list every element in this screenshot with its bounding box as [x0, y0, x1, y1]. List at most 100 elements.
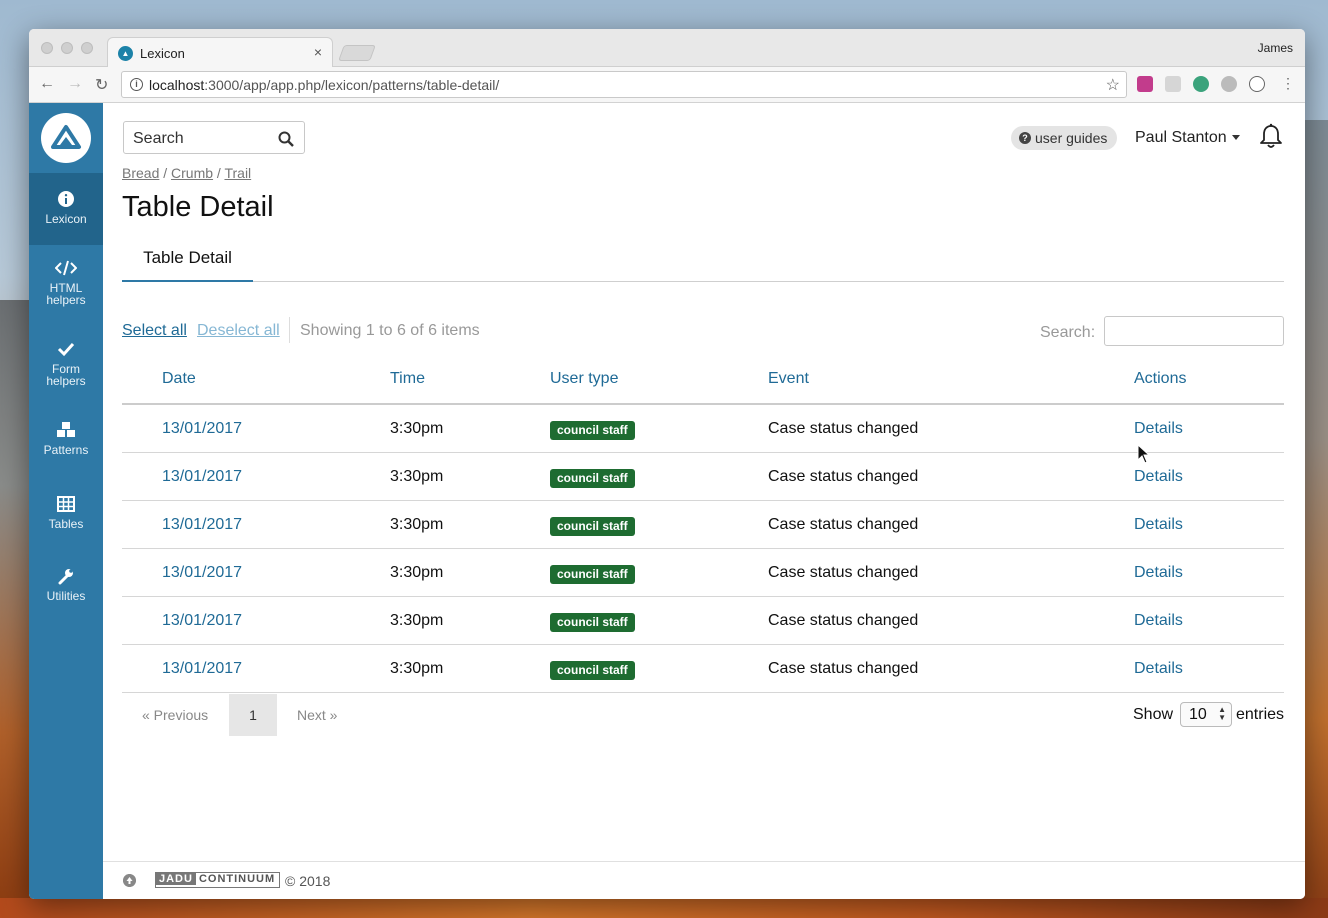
column-header-user-type[interactable]: User type	[550, 370, 618, 388]
search-placeholder: Search	[133, 130, 184, 147]
minimize-window-button[interactable]	[61, 42, 73, 54]
breadcrumb-link[interactable]: Bread	[122, 165, 159, 181]
extension-icon-4[interactable]	[1221, 76, 1237, 92]
search-icon[interactable]	[278, 131, 294, 147]
event-cell: Case status changed	[768, 516, 919, 533]
sidebar-item-patterns[interactable]: Patterns	[29, 421, 103, 481]
user-menu[interactable]: Paul Stanton	[1135, 129, 1240, 147]
date-link[interactable]: 13/01/2017	[162, 660, 242, 678]
address-bar[interactable]: i localhost:3000/app/app.php/lexicon/pat…	[121, 71, 1127, 98]
extension-icon-3[interactable]	[1193, 76, 1209, 92]
column-header-date[interactable]: Date	[162, 370, 196, 388]
time-cell: 3:30pm	[390, 468, 444, 485]
date-link[interactable]: 13/01/2017	[162, 516, 242, 534]
table-row[interactable]: 13/01/2017 3:30pm council staff Case sta…	[122, 453, 1284, 501]
table-row[interactable]: 13/01/2017 3:30pm council staff Case sta…	[122, 645, 1284, 693]
browser-menu-icon[interactable]: ⋮	[1281, 75, 1295, 92]
desktop-background-bottom	[0, 898, 1328, 918]
table-row[interactable]: 13/01/2017 3:30pm council staff Case sta…	[122, 405, 1284, 453]
details-link[interactable]: Details	[1134, 660, 1183, 678]
close-window-button[interactable]	[41, 42, 53, 54]
details-link[interactable]: Details	[1134, 420, 1183, 438]
extension-icon-1[interactable]	[1137, 76, 1153, 92]
browser-tab[interactable]: ▲ Lexicon ×	[107, 37, 333, 68]
search-input[interactable]: Search	[123, 121, 305, 154]
reload-icon[interactable]: ↻	[95, 75, 108, 95]
table-row[interactable]: 13/01/2017 3:30pm council staff Case sta…	[122, 501, 1284, 549]
breadcrumb-link[interactable]: Trail	[224, 165, 251, 181]
time-cell: 3:30pm	[390, 516, 444, 533]
back-arrow-icon[interactable]: ←	[39, 75, 55, 93]
pagination: « Previous 1 Next » Show 10 ▲ ▼ entries	[122, 694, 1284, 736]
arrow-up-circle-icon[interactable]	[123, 874, 136, 887]
jadu-logo-icon: ▲	[118, 46, 133, 61]
table-header: Date Time User type Event Actions	[122, 355, 1284, 405]
table-search-input[interactable]	[1104, 316, 1284, 346]
site-info-icon[interactable]: i	[130, 78, 143, 91]
page-1-button[interactable]: 1	[229, 694, 277, 736]
column-header-event[interactable]: Event	[768, 370, 809, 388]
sidebar-item-html-helpers[interactable]: HTML helpers	[29, 259, 103, 319]
user-type-badge: council staff	[550, 613, 635, 632]
breadcrumb: Bread / Crumb / Trail	[122, 165, 252, 181]
date-link[interactable]: 13/01/2017	[162, 420, 242, 438]
jadu-continuum-logo: JADU CONTINUUM	[155, 872, 281, 888]
date-link[interactable]: 13/01/2017	[162, 612, 242, 630]
footer: JADU CONTINUUM © 2018	[103, 861, 1305, 899]
app-logo[interactable]	[41, 113, 91, 163]
table-row[interactable]: 13/01/2017 3:30pm council staff Case sta…	[122, 549, 1284, 597]
jadu-logo-icon	[51, 125, 81, 149]
code-icon	[55, 260, 77, 276]
previous-page-button[interactable]: « Previous	[142, 707, 208, 723]
event-cell: Case status changed	[768, 420, 919, 437]
new-tab-button[interactable]	[338, 45, 376, 61]
details-link[interactable]: Details	[1134, 612, 1183, 630]
sidebar-item-lexicon[interactable]: Lexicon	[29, 173, 103, 245]
event-cell: Case status changed	[768, 612, 919, 629]
browser-profile-name[interactable]: James	[1258, 41, 1293, 55]
forward-arrow-icon[interactable]: →	[67, 75, 83, 93]
event-cell: Case status changed	[768, 468, 919, 485]
user-guides-label: user guides	[1035, 130, 1108, 146]
url-text: localhost:3000/app/app.php/lexicon/patte…	[149, 77, 500, 93]
page-size-select[interactable]: 10 ▲ ▼	[1180, 702, 1232, 727]
sidebar-item-label: Tables	[48, 517, 84, 531]
close-tab-icon[interactable]: ×	[314, 44, 322, 60]
maximize-window-button[interactable]	[81, 42, 93, 54]
tab-table-detail[interactable]: Table Detail	[122, 238, 253, 282]
sidebar-item-tables[interactable]: Tables	[29, 495, 103, 555]
sidebar-item-form-helpers[interactable]: Form helpers	[29, 340, 103, 400]
extension-icon-5[interactable]	[1249, 76, 1265, 92]
page-title: Table Detail	[122, 191, 274, 223]
date-link[interactable]: 13/01/2017	[162, 564, 242, 582]
wrench-icon	[58, 569, 73, 585]
mouse-cursor-icon	[1137, 444, 1151, 464]
browser-tab-title: Lexicon	[140, 46, 185, 61]
time-cell: 3:30pm	[390, 564, 444, 581]
data-table: Date Time User type Event Actions 13/01/…	[122, 355, 1284, 693]
breadcrumb-link[interactable]: Crumb	[171, 165, 213, 181]
bookmark-star-icon[interactable]: ☆	[1106, 75, 1120, 95]
extension-icon-2[interactable]	[1165, 76, 1181, 92]
date-link[interactable]: 13/01/2017	[162, 468, 242, 486]
stepper-arrows-icon: ▲ ▼	[1218, 705, 1226, 722]
details-link[interactable]: Details	[1134, 516, 1183, 534]
main-content: Search ? user guides Paul Stanton Bread …	[103, 103, 1305, 899]
table-row[interactable]: 13/01/2017 3:30pm council staff Case sta…	[122, 597, 1284, 645]
user-name: Paul Stanton	[1135, 129, 1227, 146]
sidebar: Lexicon HTML helpers Form helpers Patter…	[29, 103, 103, 899]
details-link[interactable]: Details	[1134, 468, 1183, 486]
select-all-link[interactable]: Select all	[122, 322, 187, 340]
details-link[interactable]: Details	[1134, 564, 1183, 582]
sidebar-item-label: Utilities	[46, 589, 86, 603]
table-icon	[57, 496, 75, 512]
bell-icon[interactable]	[1259, 123, 1283, 149]
deselect-all-link[interactable]: Deselect all	[197, 322, 280, 340]
table-search-label: Search:	[1040, 324, 1096, 341]
show-label: Show	[1133, 706, 1174, 723]
sidebar-item-utilities[interactable]: Utilities	[29, 567, 103, 627]
column-header-time[interactable]: Time	[390, 370, 425, 388]
time-cell: 3:30pm	[390, 660, 444, 677]
user-guides-button[interactable]: ? user guides	[1011, 126, 1117, 150]
next-page-button[interactable]: Next »	[297, 707, 337, 723]
